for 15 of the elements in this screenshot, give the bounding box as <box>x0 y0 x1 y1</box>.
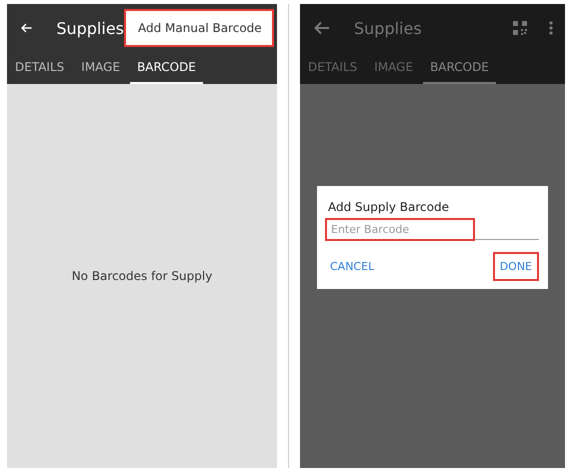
back-arrow-icon[interactable] <box>21 21 32 35</box>
more-options-icon[interactable] <box>549 21 553 35</box>
qr-code-icon[interactable] <box>513 21 527 35</box>
dialog-button[interactable]: DONE <box>492 252 539 281</box>
dialog-title: Add Supply Barcode <box>328 200 450 214</box>
dialog-button[interactable]: CANCEL <box>323 252 382 281</box>
screen-title: Supplies <box>354 18 422 38</box>
empty-message: No Barcodes for Supply <box>72 269 212 283</box>
tab[interactable]: IMAGE <box>367 52 420 84</box>
tab[interactable]: DETAILS <box>301 52 364 84</box>
menu-item[interactable]: Add Manual Barcode <box>124 9 274 47</box>
screen-title: Supplies <box>56 18 124 38</box>
input-field[interactable]: Enter Barcode <box>325 218 475 241</box>
tab[interactable]: DETAILS <box>8 52 72 84</box>
tab[interactable]: IMAGE <box>74 52 128 84</box>
